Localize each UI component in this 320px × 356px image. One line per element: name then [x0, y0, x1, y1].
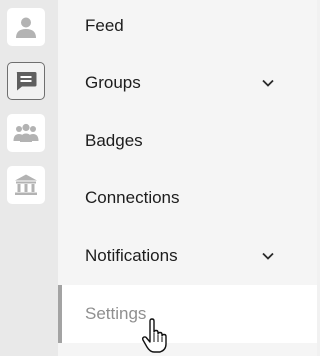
nav-item-badges[interactable]: Badges — [58, 112, 317, 170]
people-group-icon — [13, 123, 39, 142]
selection-indicator — [58, 285, 62, 343]
nav-item-label: Notifications — [85, 246, 178, 265]
bank-icon — [15, 174, 37, 195]
rail-button-messages[interactable] — [7, 62, 45, 100]
icon-rail — [0, 0, 58, 356]
nav-item-label: Settings — [85, 304, 147, 323]
chat-icon — [16, 72, 37, 91]
nav-item-feed[interactable]: Feed — [58, 0, 317, 55]
nav-menu: Feed Groups Badges Connections Notificat… — [58, 0, 317, 356]
rail-button-profile[interactable] — [7, 8, 45, 46]
nav-item-notifications[interactable]: Notifications — [58, 227, 317, 285]
rail-button-groups[interactable] — [7, 114, 45, 152]
nav-item-label: Feed — [85, 16, 124, 35]
nav-item-label: Badges — [85, 131, 143, 150]
nav-item-settings[interactable]: Settings — [58, 285, 317, 343]
rail-button-institution[interactable] — [7, 166, 45, 204]
app-window: Feed Groups Badges Connections Notificat… — [0, 0, 317, 356]
person-icon — [16, 17, 36, 38]
chevron-down-icon[interactable] — [262, 252, 274, 260]
nav-item-label: Connections — [85, 188, 180, 207]
nav-item-groups[interactable]: Groups — [58, 54, 317, 112]
nav-item-connections[interactable]: Connections — [58, 169, 317, 227]
chevron-down-icon[interactable] — [262, 79, 274, 87]
nav-item-label: Groups — [85, 73, 141, 92]
